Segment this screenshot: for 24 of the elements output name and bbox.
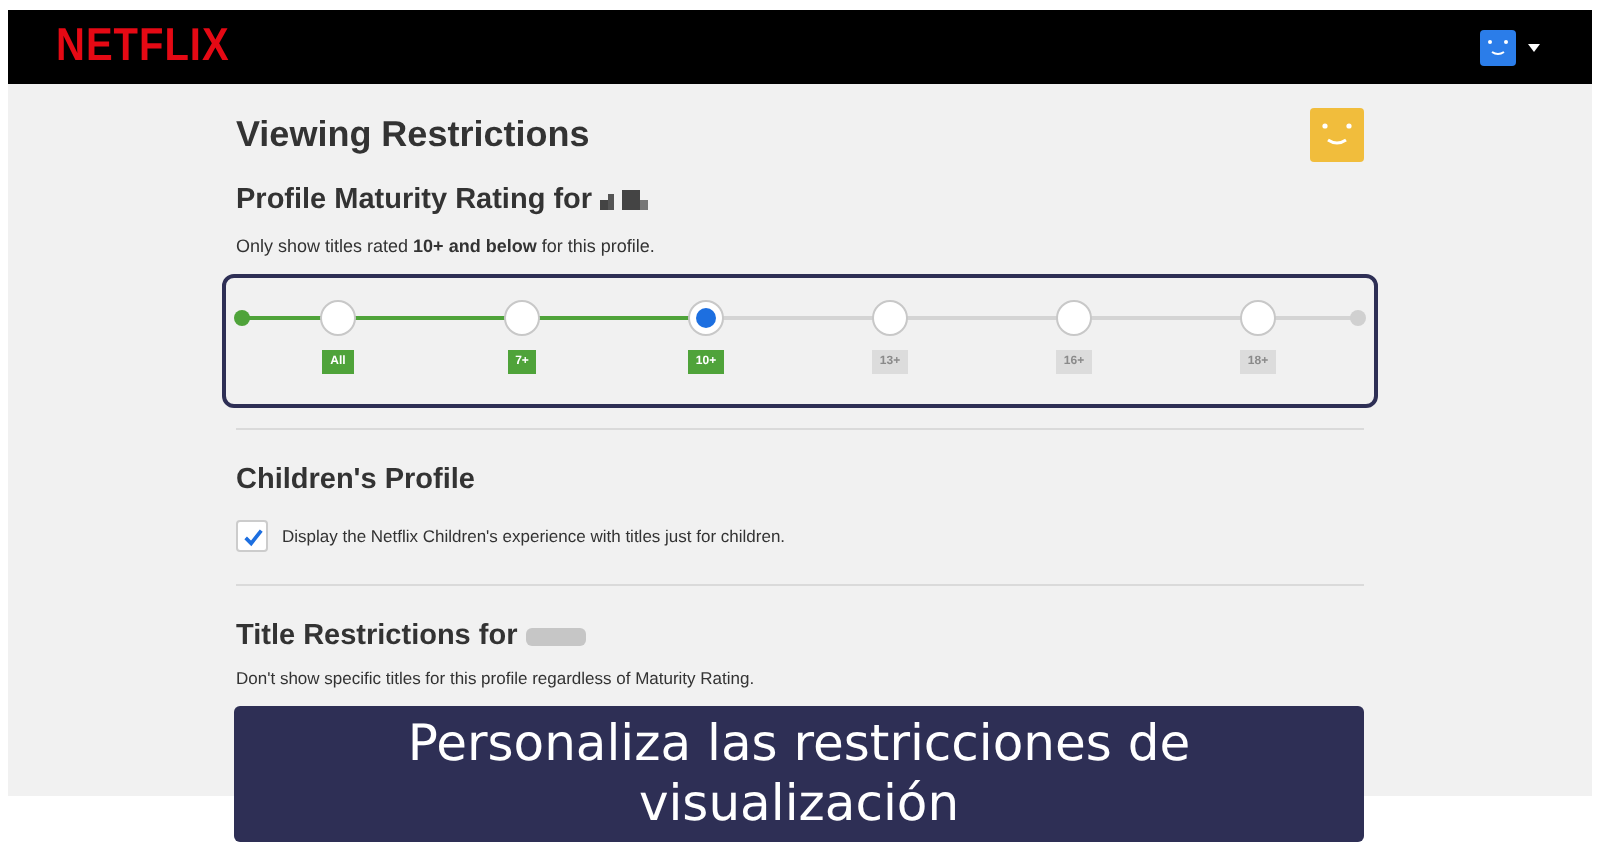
redacted-name-icon — [600, 190, 649, 210]
slider-end-dot — [1350, 310, 1366, 326]
slider-stop[interactable] — [688, 300, 724, 336]
slider-stop[interactable] — [872, 300, 908, 336]
netflix-logo[interactable]: NETFLIX — [56, 20, 230, 74]
caret-icon[interactable] — [1528, 43, 1540, 51]
restrictions-description: Don't show specific titles for this profile regardless of Maturity Rating. — [236, 668, 757, 688]
slider-end-dot — [234, 310, 250, 326]
caption-text: Personaliza las restricciones de visualización — [405, 714, 1193, 834]
section-heading: Title Restrictions for — [236, 620, 518, 652]
checkbox-label: Display the Netflix Children's experience with titles just for children. — [282, 526, 786, 546]
slider-stop[interactable] — [504, 300, 540, 336]
slider-stop[interactable] — [1240, 300, 1276, 336]
profile-avatar-icon — [1310, 107, 1364, 161]
slider-stop[interactable] — [320, 300, 356, 336]
redacted-name-icon — [525, 626, 586, 646]
page-title: Viewing Restrictions — [236, 113, 590, 155]
checkmark-icon — [241, 525, 263, 547]
section-heading: Children's Profile — [236, 464, 477, 496]
rating-description: Only show titles rated 10+ and below for this profile. — [236, 236, 657, 256]
profile-avatar-icon[interactable] — [1480, 29, 1516, 65]
checkbox[interactable] — [236, 520, 268, 552]
slider-stop[interactable] — [1056, 300, 1092, 336]
section-heading: Profile Maturity Rating for — [236, 184, 593, 216]
